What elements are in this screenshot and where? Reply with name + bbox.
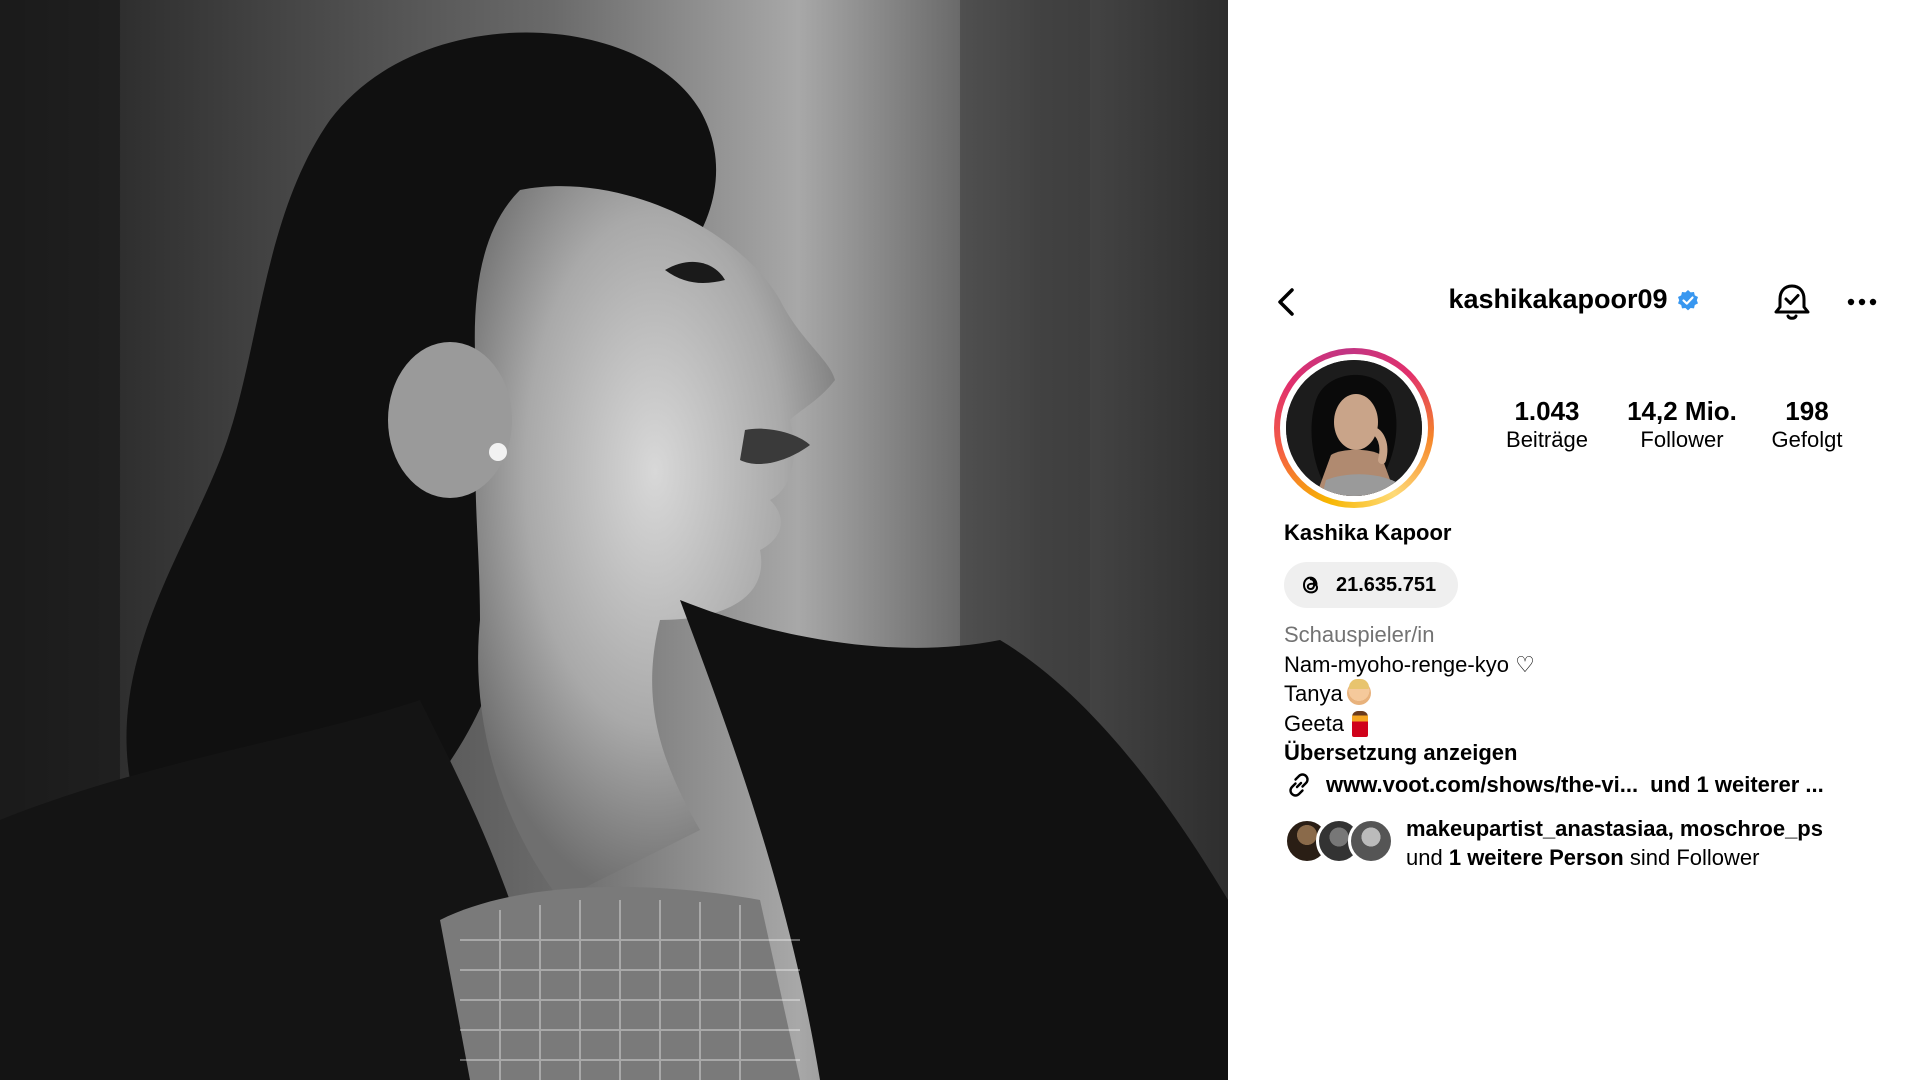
profile-bio: Schauspieler/in Nam-myoho-renge-kyo ♡ Ta… [1284,620,1535,768]
bio-line-3-text: Geeta [1284,710,1344,736]
display-name: Kashika Kapoor [1284,520,1452,545]
following-stat[interactable]: 198 Gefolgt [1752,396,1862,454]
followed-by-row[interactable]: makeupartist_anastasiaa, moschroe_ps und… [1284,816,1823,872]
profile-category: Schauspieler/in [1284,622,1435,647]
bio-line-3: Geeta [1284,709,1535,739]
follower-avatars [1284,818,1394,864]
hero-photo [0,0,1228,1080]
threads-icon [1302,576,1319,594]
more-options-button[interactable] [1840,280,1884,324]
followed-by-more: 1 weitere Person [1448,845,1624,870]
notifications-button[interactable] [1770,280,1814,324]
following-label: Gefolgt [1771,427,1843,452]
threads-badge-button[interactable]: 21.635.751 [1284,562,1458,608]
more-horizontal-icon [1847,298,1877,306]
posts-stat[interactable]: 1.043 Beiträge [1492,396,1602,454]
bio-line-2-text: Tanya [1284,681,1343,706]
following-count: 198 [1785,396,1829,426]
profile-stats: 1.043 Beiträge 14,2 Mio. Follower 198 Ge… [1228,396,1920,466]
followed-by-suffix: sind Follower [1629,845,1760,870]
profile-link[interactable]: www.voot.com/shows/the-vi... und 1 weite… [1284,770,1824,800]
saree-emoji-icon [1351,710,1368,737]
show-translation-link[interactable]: Übersetzung anzeigen [1284,738,1535,768]
link-url: www.voot.com/shows/the-vi... [1326,772,1639,797]
portrait-illustration [0,0,1228,1080]
link-icon [1289,773,1309,797]
profile-header: kashikakapoor09 [1228,270,1920,334]
profile-panel: kashikakapoor09 1.043 Beiträge 14,2 Mio.… [1228,0,1920,1080]
followers-count: 14,2 Mio. [1627,396,1737,426]
posts-count: 1.043 [1514,396,1580,426]
posts-label: Beiträge [1506,427,1588,452]
bio-line-1: Nam-myoho-renge-kyo ♡ [1284,651,1535,677]
username: kashikakapoor09 [1448,284,1668,314]
bio-line-2: Tanya [1284,679,1535,709]
followed-by-prefix: und [1406,845,1443,870]
followed-by-names: makeupartist_anastasiaa, moschroe_ps [1406,816,1823,841]
bell-check-icon [1774,284,1810,320]
girl-emoji-icon [1346,679,1371,705]
verified-badge-icon [1677,289,1698,311]
threads-count: 21.635.751 [1336,573,1437,596]
username-title: kashikakapoor09 [1228,284,1920,315]
link-more: und 1 weiterer ... [1650,772,1824,797]
followed-by-text: makeupartist_anastasiaa, moschroe_ps und… [1406,814,1823,872]
followed-by-summary: und 1 weitere Person sind Follower [1406,843,1823,872]
followers-stat[interactable]: 14,2 Mio. Follower [1612,396,1752,454]
follower-avatar [1348,818,1394,864]
followers-label: Follower [1640,427,1724,452]
